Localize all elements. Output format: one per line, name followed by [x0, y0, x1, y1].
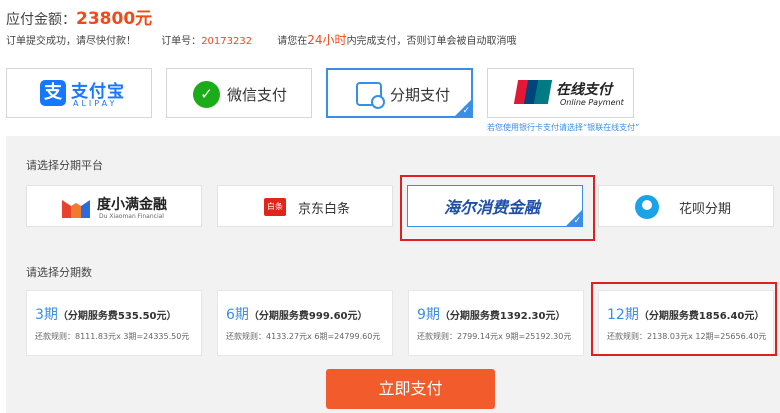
rule-label: 还款规则：2799.14元x 9期=25192.30元: [417, 332, 572, 341]
rule-label: 还款规则：4133.27元x 6期=24799.60元: [226, 332, 381, 341]
fee-label: （分期服务费1392.30元）: [439, 311, 566, 322]
alipay-icon: 支: [40, 80, 66, 106]
platform-highlight-box: [400, 175, 595, 241]
jd-baitiao-label: 京东白条: [298, 202, 351, 217]
wechat-icon: ✓: [193, 81, 220, 108]
unionpay-option[interactable]: 在线支付 Online Payment: [487, 68, 634, 118]
alipay-option[interactable]: 支 支付宝 ALIPAY: [6, 68, 152, 118]
amount-value: 23800元: [76, 9, 153, 29]
deadline-prefix: 请您在: [277, 36, 308, 47]
installment-option-6[interactable]: 6期（分期服务费999.60元） 还款规则：4133.27元x 6期=24799…: [217, 290, 393, 356]
duxiaoman-label: 度小满金融: [97, 197, 167, 213]
platform-jd-baitiao[interactable]: 白条 京东白条: [217, 185, 393, 227]
unionpay-en-label: Online Payment: [560, 98, 624, 107]
wechat-pay-label: 微信支付: [227, 86, 288, 104]
duxiaoman-sub-label: Du Xiaoman Financial: [99, 213, 164, 220]
unionpay-hint[interactable]: 若您使用银行卡支付请选择“银联在线支付”: [487, 122, 639, 133]
deadline-suffix: 内完成支付，否则订单会被自动取消哦: [346, 36, 517, 47]
alipay-en-label: ALIPAY: [73, 99, 118, 108]
order-no-label: 订单号：: [161, 36, 202, 47]
platform-section-label: 请选择分期平台: [26, 159, 103, 172]
fee-label: （分期服务费999.60元）: [248, 311, 368, 322]
wechat-pay-option[interactable]: ✓ 微信支付: [166, 68, 312, 118]
platform-huabei[interactable]: 花呗分期: [598, 185, 774, 227]
huabei-label: 花呗分期: [679, 202, 732, 217]
order-info: 订单提交成功，请尽快付款！ 订单号：20173232 请您在24小时内完成支付，…: [6, 31, 517, 48]
rule-label: 还款规则：8111.83元x 3期=24335.50元: [35, 332, 190, 341]
unionpay-label: 在线支付: [556, 82, 612, 98]
installment-option-3[interactable]: 3期（分期服务费535.50元） 还款规则：8111.83元x 3期=24335…: [26, 290, 202, 356]
period-label: 3期: [35, 307, 58, 323]
fee-label: （分期服务费535.50元）: [57, 311, 177, 322]
deadline-hours: 24小时: [307, 33, 347, 47]
period-label: 9期: [417, 307, 440, 323]
huabei-icon: [635, 195, 659, 219]
jd-baitiao-icon: 白条: [264, 198, 286, 216]
order-no: 20173232: [201, 36, 253, 47]
installment-pay-label: 分期支付: [390, 86, 451, 104]
platform-duxiaoman[interactable]: 度小满金融 Du Xiaoman Financial: [26, 185, 202, 227]
amount-line: 应付金额：23800元: [6, 4, 152, 29]
check-icon: ✓: [462, 106, 470, 116]
order-success-text: 订单提交成功，请尽快付款！: [6, 36, 136, 47]
duxiaoman-icon: [62, 200, 90, 218]
amount-label: 应付金额：: [6, 12, 76, 28]
period-label: 6期: [226, 307, 249, 323]
installment-pay-option[interactable]: 分期支付 ✓: [326, 68, 473, 118]
installment-section-label: 请选择分期数: [26, 266, 92, 279]
installment-icon: [356, 82, 385, 109]
submit-pay-button[interactable]: 立即支付: [326, 369, 495, 409]
clock-icon: [371, 95, 385, 109]
unionpay-icon: [513, 80, 553, 104]
installment-option-9[interactable]: 9期（分期服务费1392.30元） 还款规则：2799.14元x 9期=2519…: [408, 290, 584, 356]
installment-highlight-box: [591, 282, 777, 356]
